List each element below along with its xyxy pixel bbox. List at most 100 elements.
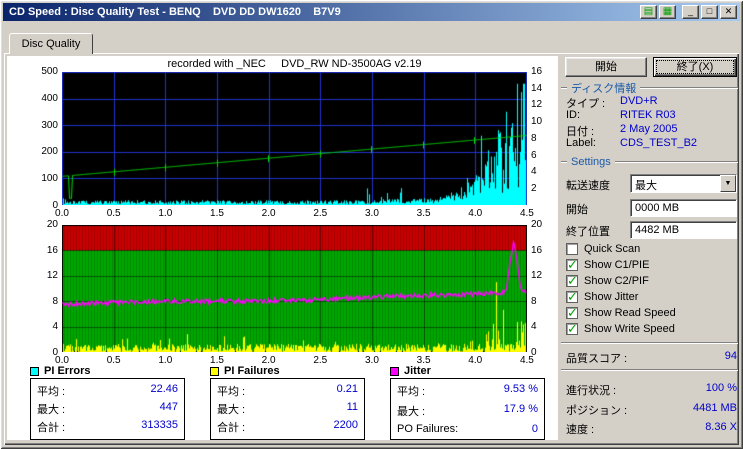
checkbox-label: Show C2/PIF xyxy=(584,275,649,287)
stat-row: 平均 : 9.53 % xyxy=(397,383,538,399)
axis-tick: 1.0 xyxy=(152,208,178,219)
screenshot-button[interactable]: ▤ xyxy=(640,5,657,19)
stat-row: 平均 :22.46 xyxy=(37,383,178,399)
pie-speed-chart-canvas xyxy=(62,72,527,205)
stat-value: 0 xyxy=(532,423,538,435)
stat-label: 合計 : xyxy=(37,419,65,435)
group-divider-line xyxy=(615,161,738,163)
checkbox-show-c1-pie[interactable]: Show C1/PIE xyxy=(566,259,649,271)
minimize-button[interactable]: _ xyxy=(682,5,699,19)
position-value: 4481 MB xyxy=(630,402,737,414)
close-icon: ✕ xyxy=(725,6,733,16)
axis-tick: 500 xyxy=(41,66,58,77)
disc-label-label: Label: xyxy=(566,137,596,149)
axis-tick: 3.5 xyxy=(411,208,437,219)
axis-tick: 0.5 xyxy=(101,208,127,219)
axis-tick: 0.0 xyxy=(49,208,75,219)
checkbox-show-read-speed[interactable]: Show Read Speed xyxy=(566,307,676,319)
checkbox-label: Show C1/PIE xyxy=(584,259,649,271)
axis-tick: 1.0 xyxy=(152,355,178,366)
transfer-speed-value: 最大 xyxy=(631,175,720,192)
stat-row: 最大 : 17.9 % xyxy=(397,403,538,419)
stat-label: 平均 : xyxy=(397,383,425,399)
exit-button[interactable]: 終了(X) xyxy=(653,57,737,77)
stat-value: 9.53 % xyxy=(504,383,538,399)
axis-tick: 2.5 xyxy=(307,355,333,366)
quality-score-label: 品質スコア : xyxy=(566,350,627,366)
chevron-down-icon[interactable]: ▼ xyxy=(720,175,736,192)
start-position-field[interactable]: 0000 MB xyxy=(630,199,737,217)
bottom-chart-x-axis: 0.00.51.01.52.02.53.03.54.04.5 xyxy=(49,355,540,366)
axis-tick: 6 xyxy=(531,150,537,161)
stat-value: 2200 xyxy=(334,419,358,435)
disc-id-label: ID: xyxy=(566,109,580,121)
disc-type-value: DVD+R xyxy=(620,95,658,107)
axis-tick: 8 xyxy=(52,296,58,307)
checkbox-label: Show Jitter xyxy=(584,291,638,303)
checkbox-quick-scan[interactable]: Quick Scan xyxy=(566,243,640,255)
stat-box-title: PI Errors xyxy=(44,365,90,377)
stat-label: 最大 : xyxy=(217,401,245,417)
axis-tick: 10 xyxy=(531,116,542,127)
checkbox-box xyxy=(566,307,578,319)
top-chart-left-axis: 5004003002001000 xyxy=(28,66,58,211)
checkbox-show-jitter[interactable]: Show Jitter xyxy=(566,291,638,303)
stat-row: 平均 :0.21 xyxy=(217,383,358,399)
speed-value: 8.36 X xyxy=(630,421,737,433)
axis-tick: 20 xyxy=(531,219,542,230)
stat-label: PO Failures: xyxy=(397,423,458,435)
axis-tick: 4 xyxy=(52,321,58,332)
speed-label: 速度 : xyxy=(566,421,594,437)
checkbox-show-c2-pif[interactable]: Show C2/PIF xyxy=(566,275,649,287)
stat-row: 合計 :313335 xyxy=(37,419,178,435)
checkbox-show-write-speed[interactable]: Show Write Speed xyxy=(566,323,675,335)
tab-disc-quality[interactable]: Disc Quality xyxy=(9,33,93,54)
jitter-title: Jitter xyxy=(390,365,431,377)
maximize-icon: □ xyxy=(707,6,712,16)
axis-tick: 2.0 xyxy=(256,208,282,219)
stat-value: 0.21 xyxy=(337,383,358,399)
stat-row: 最大 : 11 xyxy=(217,401,358,417)
jitter-box: 平均 : 9.53 % 最大 : 17.9 % PO Failures: 0 xyxy=(390,378,545,440)
disc-label-value: CDS_TEST_B2 xyxy=(620,137,697,149)
axis-tick: 4.0 xyxy=(462,355,488,366)
start-button[interactable]: 開始 xyxy=(565,57,647,77)
axis-tick: 4.5 xyxy=(514,355,540,366)
axis-tick: 4.5 xyxy=(514,208,540,219)
stat-box-title: PI Failures xyxy=(224,365,280,377)
close-button[interactable]: ✕ xyxy=(720,5,737,19)
clipboard-button[interactable]: ▦ xyxy=(659,5,676,19)
checkbox-label: Show Write Speed xyxy=(584,323,675,335)
stat-value: 17.9 % xyxy=(504,403,538,419)
titlebar[interactable]: CD Speed : Disc Quality Test - BENQ DVD … xyxy=(3,3,740,21)
group-divider-line xyxy=(640,87,738,89)
app-window: CD Speed : Disc Quality Test - BENQ DVD … xyxy=(0,0,743,449)
stat-value: 11 xyxy=(347,401,358,417)
pie-color-swatch xyxy=(30,367,39,376)
start-position-label: 開始 xyxy=(566,201,588,217)
axis-tick: 20 xyxy=(47,219,58,230)
progress-value: 100 % xyxy=(630,382,737,394)
axis-tick: 12 xyxy=(531,99,542,110)
stat-label: 最大 : xyxy=(397,403,425,419)
transfer-speed-select[interactable]: 最大 ▼ xyxy=(630,174,737,193)
top-chart-x-axis: 0.00.51.01.52.02.53.03.54.04.5 xyxy=(49,208,540,219)
jitter-color-swatch xyxy=(390,367,399,376)
axis-tick: 8 xyxy=(531,133,537,144)
maximize-button[interactable]: □ xyxy=(701,5,718,19)
end-position-field[interactable]: 4482 MB xyxy=(630,221,737,239)
axis-tick: 2.5 xyxy=(307,208,333,219)
axis-tick: 14 xyxy=(531,83,542,94)
pi-failures-box: 平均 :0.21 最大 : 11 合計 : 2200 xyxy=(210,378,365,440)
axis-tick: 200 xyxy=(41,146,58,157)
quality-score-value: 94 xyxy=(630,350,737,362)
pif-jitter-chart-canvas xyxy=(62,225,527,352)
transfer-speed-label: 転送速度 xyxy=(566,177,610,193)
checkbox-box xyxy=(566,243,578,255)
stat-label: 合計 : xyxy=(217,419,245,435)
disc-info-group-header: ディスク情報 xyxy=(561,80,738,96)
stat-value: 447 xyxy=(160,401,178,417)
axis-tick: 100 xyxy=(41,173,58,184)
minimize-icon: _ xyxy=(688,6,693,16)
disc-info-group-title: ディスク情報 xyxy=(567,80,640,96)
